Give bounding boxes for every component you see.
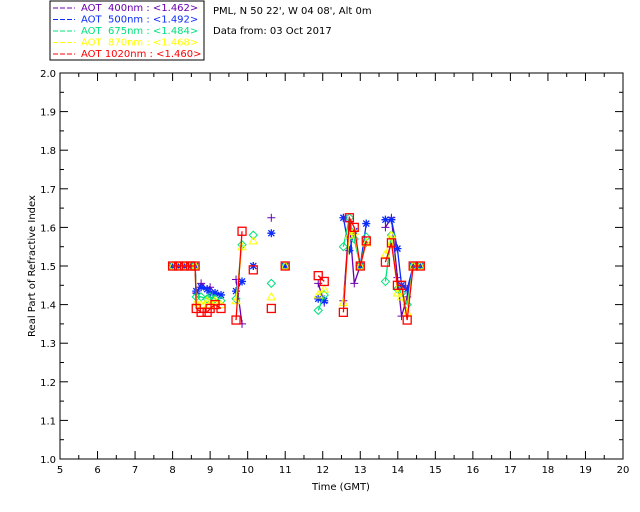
x-tick-label: 14 [391,465,404,476]
x-tick-label: 17 [504,465,517,476]
diamond-marker [248,230,259,240]
y-axis-label: Real Part of Refractive Index [27,195,38,337]
asterisk-marker [267,229,276,238]
x-tick-label: 15 [429,465,442,476]
x-tick-label: 16 [466,465,479,476]
plot-frame [59,72,624,460]
x-tick-label: 5 [57,465,63,476]
x-tick-label: 9 [207,465,213,476]
triangle-marker [248,235,259,245]
chart-figure: AOT 400nm : <1.462> AOT 500nm : <1.492> AO… [0,0,640,512]
x-tick-label: 8 [169,465,175,476]
legend-entry: AOT 400nm : <1.462> [81,3,198,14]
legend-entry: AOT 870nm : <1.468> [81,38,198,49]
y-tick-label: 1.9 [40,108,56,119]
x-tick-label: 19 [579,465,592,476]
plus-marker [381,223,390,232]
x-axis-label: Time (GMT) [311,482,370,493]
legend-entry: AOT 675nm : <1.484> [81,26,198,37]
plus-marker [267,213,276,222]
series-group [167,213,426,328]
site-label: PML, N 50 22', W 04 08', Alt 0m [213,6,372,17]
asterisk-marker [197,283,206,292]
triangle-marker [266,291,277,301]
plus-marker [350,279,359,288]
plus-marker [314,279,323,288]
y-tick-label: 1.7 [40,185,56,196]
series-line [317,275,325,282]
y-tick-label: 1.8 [40,146,56,157]
y-tick-label: 2.0 [40,69,56,80]
x-tick-label: 6 [94,465,100,476]
legend-entry: AOT 500nm : <1.492> [81,15,198,26]
series-2 [167,213,426,316]
x-tick-label: 20 [617,465,630,476]
x-tick-label: 18 [542,465,555,476]
y-tick-label: 1.0 [40,455,56,466]
square-marker [266,303,276,314]
x-tick-label: 11 [279,465,292,476]
series-line [235,231,243,321]
y-tick-label: 1.6 [40,223,56,234]
legend-entry: AOT 1020nm : <1.460> [81,49,201,60]
y-tick-label: 1.4 [40,301,56,312]
refractive-index-chart: AOT 400nm : <1.462>AOT 500nm : <1.492>AO… [27,0,629,493]
date-label: Data from: 03 Oct 2017 [213,26,332,37]
x-tick-label: 7 [132,465,138,476]
x-tick-label: 13 [354,465,367,476]
y-tick-label: 1.3 [40,339,56,350]
asterisk-marker [387,215,396,224]
series-line [385,219,421,291]
y-tick-label: 1.1 [40,416,56,427]
asterisk-marker [339,213,348,222]
diamond-marker [266,278,277,289]
x-tick-label: 10 [241,465,254,476]
asterisk-marker [393,244,402,253]
y-tick-label: 1.2 [40,378,56,389]
axes: 5 6 7 8 9 10 11 12 13 14 15 16 17 18 19 20 1.0 1.1 1.2 1.3 1… [40,69,629,476]
series-0 [168,213,425,328]
y-tick-label: 1.5 [40,262,56,273]
asterisk-marker [362,219,371,228]
x-tick-label: 12 [316,465,329,476]
